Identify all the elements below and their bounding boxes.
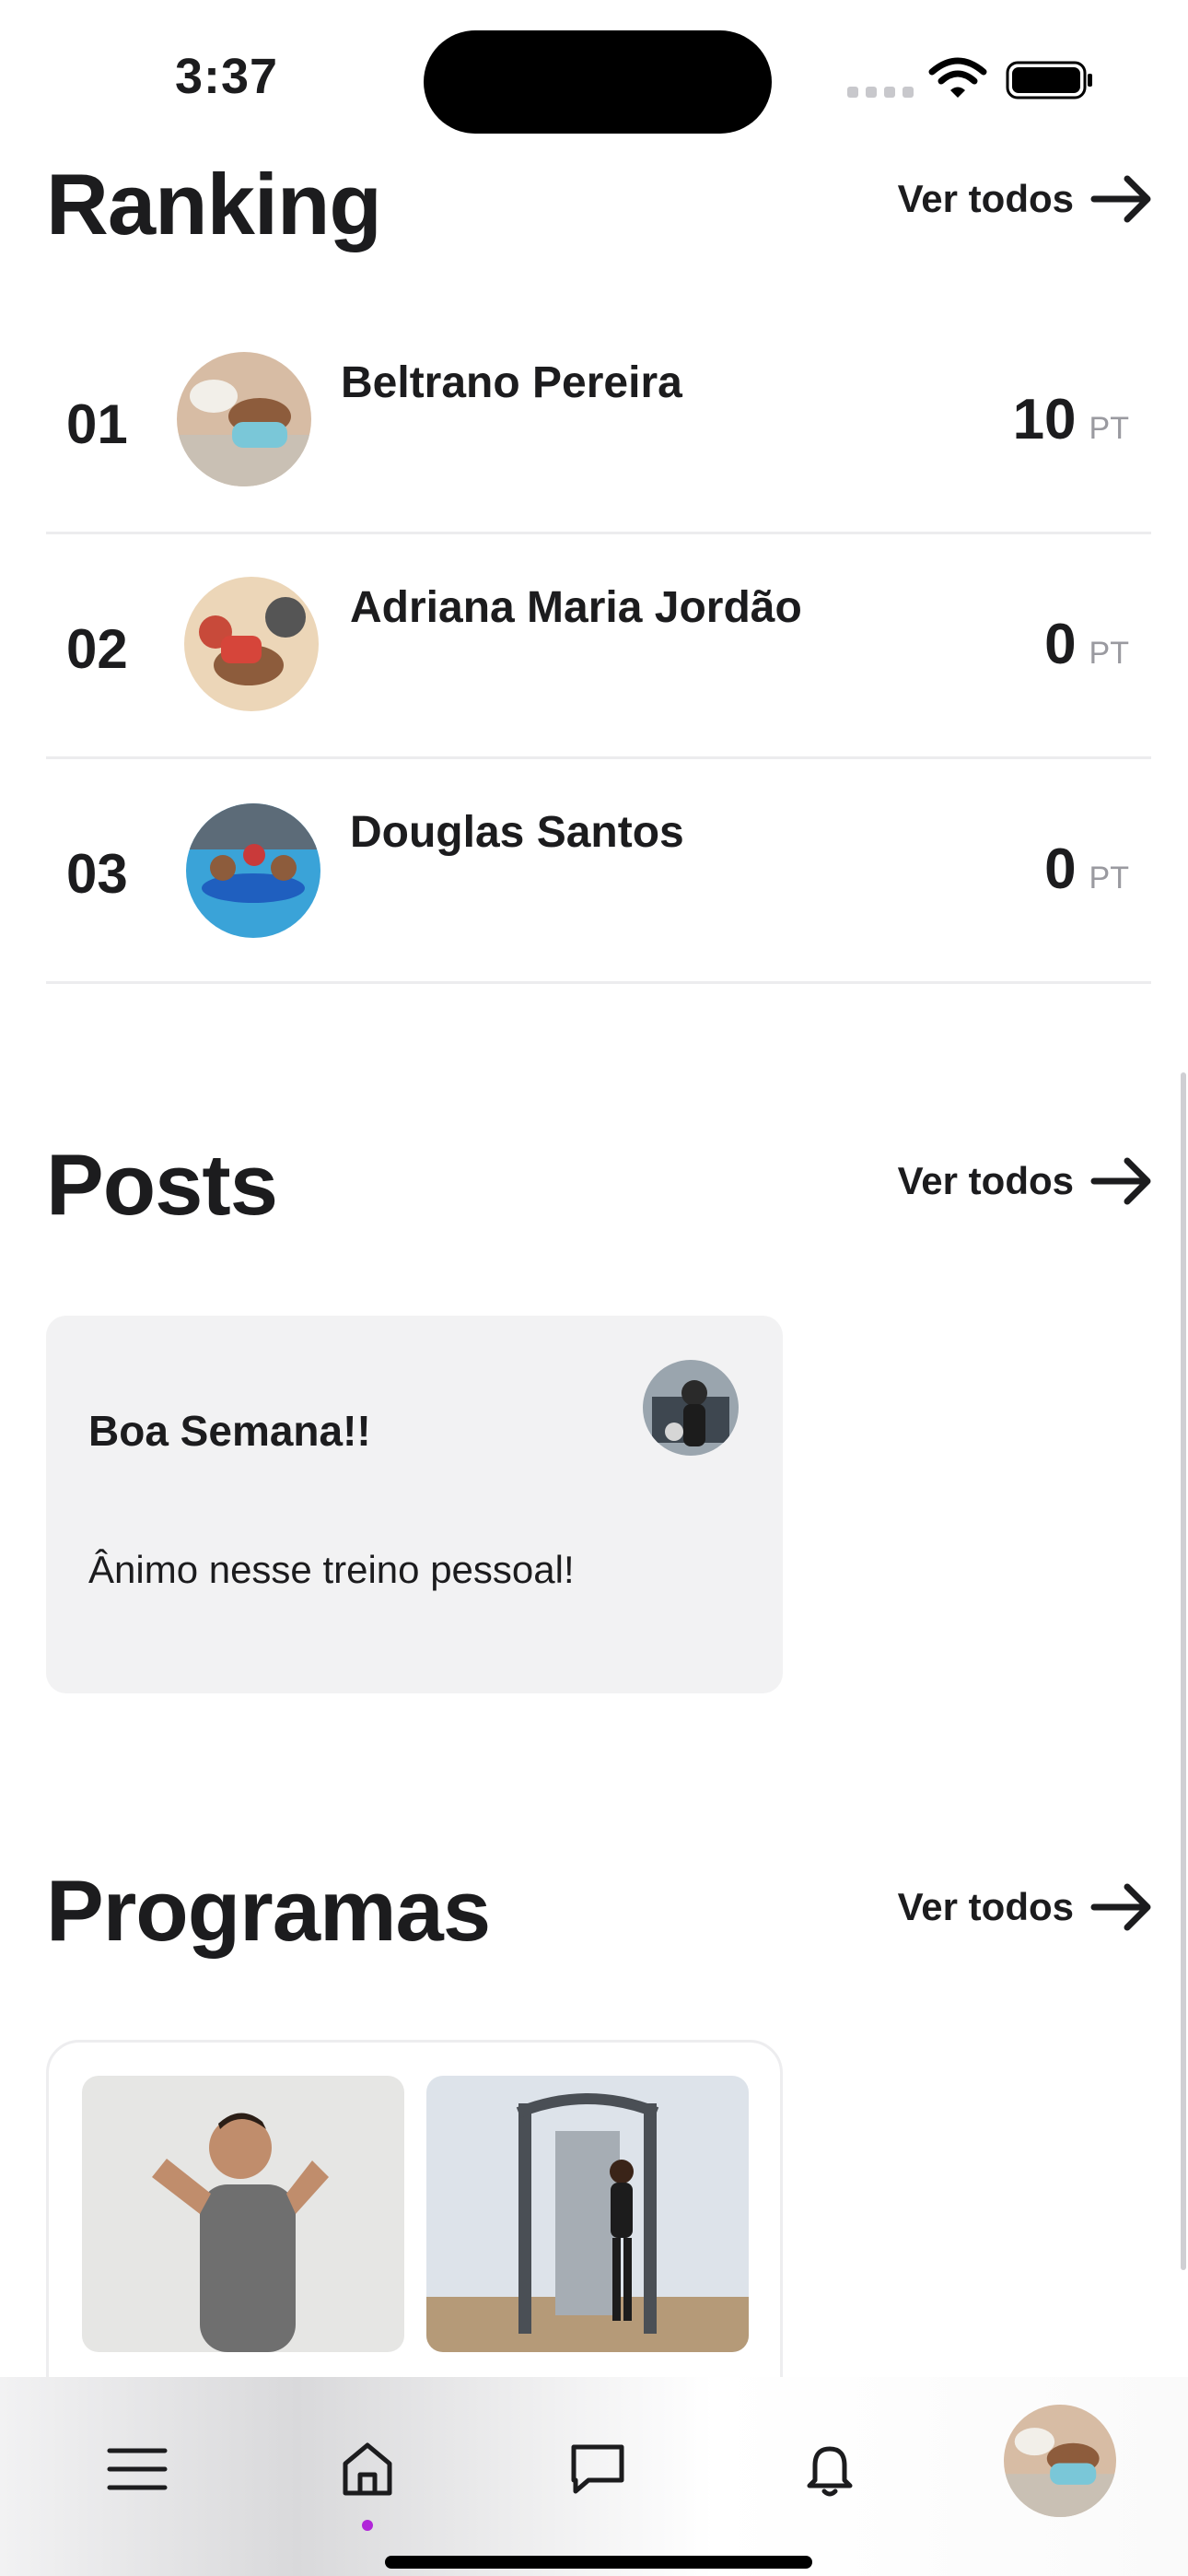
arrow-right-icon [1090,1157,1151,1205]
ranking-name: Beltrano Pereira [341,358,682,407]
ranking-points: 10 PT [1013,387,1129,452]
battery-icon [1006,61,1092,100]
programs-see-all-label: Ver todos [897,1885,1074,1928]
points-unit: PT [1089,861,1129,896]
status-bar: 3:37 [0,0,1188,157]
points-value: 0 [1044,613,1077,676]
posts-see-all-label: Ver todos [897,1159,1074,1202]
points-value: 0 [1044,837,1077,901]
cellular-signal-icon [847,87,914,98]
ranking-row[interactable]: 03 Douglas Santos 0 PT [46,759,1151,984]
programs-title: Programas [46,1862,491,1959]
arrow-right-icon [1090,1883,1151,1931]
ranking-name: Adriana Maria Jordão [350,583,802,632]
arrow-right-icon [1090,175,1151,223]
posts-title: Posts [46,1136,278,1233]
ranking-points: 0 PT [1044,612,1129,677]
status-time: 3:37 [175,49,279,104]
home-indicator[interactable] [385,2556,812,2569]
tab-home[interactable] [321,2423,413,2515]
ranking-position: 03 [66,843,128,905]
ranking-see-all-label: Ver todos [897,177,1074,220]
program-image[interactable] [426,2076,749,2352]
menu-icon [107,2448,168,2490]
programs-see-all-link[interactable]: Ver todos [898,1883,1153,1931]
points-value: 10 [1012,388,1077,451]
avatar [186,803,320,938]
program-image[interactable] [82,2076,404,2352]
active-tab-indicator [362,2520,373,2531]
avatar [177,352,311,486]
ranking-name: Douglas Santos [350,808,684,857]
avatar [184,577,319,711]
ranking-position: 01 [66,393,128,455]
wifi-icon [928,57,987,98]
ranking-title: Ranking [46,156,382,252]
profile-avatar[interactable] [1004,2405,1116,2517]
bell-icon [807,2446,853,2497]
scrollbar[interactable] [1181,1072,1186,2270]
home-icon [343,2442,392,2496]
ranking-row[interactable]: 02 Adriana Maria Jordão 0 PT [46,534,1151,759]
points-unit: PT [1089,411,1129,446]
tab-bar [0,2377,1188,2576]
ranking-see-all-link[interactable]: Ver todos [898,175,1153,223]
chat-icon [571,2444,624,2494]
tab-notifications[interactable] [784,2423,876,2515]
ranking-row[interactable]: 01 Beltrano Pereira 10 PT [46,310,1151,534]
tab-menu[interactable] [91,2423,183,2515]
post-title: Boa Semana!! [88,1407,371,1455]
posts-see-all-link[interactable]: Ver todos [898,1157,1153,1205]
points-unit: PT [1089,636,1129,671]
avatar [643,1360,739,1456]
post-card[interactable]: Boa Semana!! Ânimo nesse treino pessoal! [46,1316,783,1693]
post-body: Ânimo nesse treino pessoal! [88,1548,575,1591]
ranking-position: 02 [66,618,128,680]
dynamic-island [424,30,772,134]
ranking-points: 0 PT [1044,837,1129,902]
tab-messages[interactable] [552,2423,644,2515]
